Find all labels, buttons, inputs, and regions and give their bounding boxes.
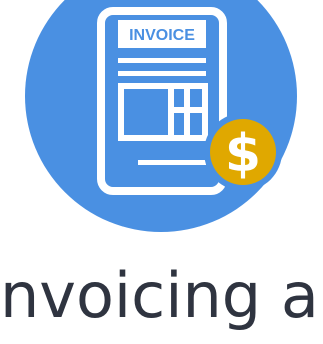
invoice-label: INVOICE [129,27,195,44]
feature-heading: nvoicing ar [0,259,323,332]
invoicing-feature-card: INVOICE $ nvoicing ar [0,0,323,344]
svg-text:$: $ [225,124,261,184]
dollar-coin-icon: $ [204,113,282,191]
invoice-illustration: INVOICE $ [25,0,297,232]
